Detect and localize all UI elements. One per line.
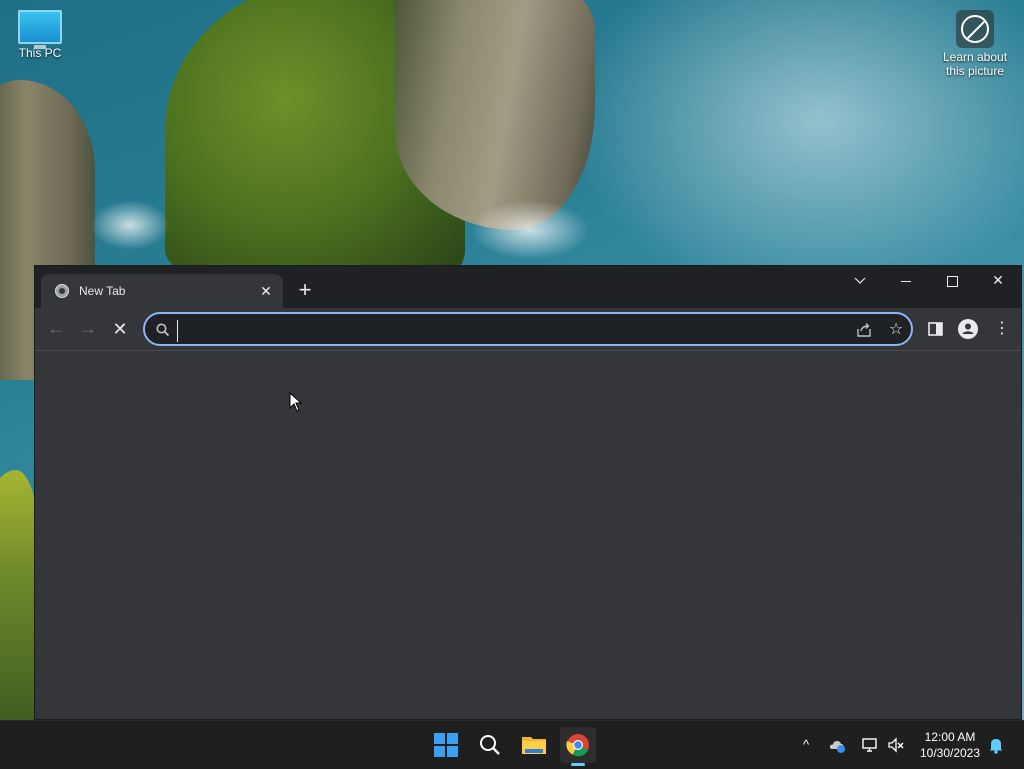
minimize-button[interactable] [883, 266, 929, 296]
stop-loading-button[interactable]: ✕ [107, 316, 133, 342]
clock-time: 12:00 AM [924, 730, 976, 744]
file-explorer-button[interactable] [516, 727, 552, 763]
wallpaper-surf [90, 200, 170, 250]
desktop-icon-learn-about-picture[interactable]: Learn about this picture [938, 10, 1012, 78]
taskbar: ^ 12:00 AM 10/30/2023 [0, 720, 1024, 769]
browser-toolbar: ← → ✕ ☆ ⋮ [35, 308, 1021, 351]
address-input[interactable] [177, 320, 854, 342]
taskbar-clock[interactable]: 12:00 AM 10/30/2023 [912, 729, 988, 761]
monitor-network-icon [862, 738, 877, 752]
volume-muted-icon[interactable] [886, 735, 906, 755]
running-indicator [571, 763, 585, 766]
cloud-icon [829, 741, 845, 753]
tab-strip: New Tab ✕ + ✕ [35, 266, 1021, 308]
maximize-button[interactable] [929, 266, 975, 296]
network-icon[interactable] [860, 735, 880, 755]
wallpaper-rock-cliff [395, 0, 595, 230]
desktop-icon-this-pc[interactable]: This PC [12, 10, 68, 60]
start-button[interactable] [428, 727, 464, 763]
chrome-logo-icon [566, 734, 589, 757]
browser-menu-button[interactable]: ⋮ [991, 318, 1013, 340]
search-button[interactable] [472, 727, 508, 763]
chevron-down-icon [854, 277, 866, 285]
notification-bell-icon[interactable] [986, 735, 1006, 755]
side-panel-icon[interactable] [925, 318, 947, 340]
bookmark-star-icon[interactable]: ☆ [887, 319, 905, 338]
profile-avatar-icon[interactable] [957, 318, 979, 340]
address-bar[interactable]: ☆ [143, 312, 913, 346]
tab-title: New Tab [79, 284, 126, 298]
minimize-icon [901, 280, 911, 282]
wallpaper-surf [470, 200, 590, 260]
forward-button[interactable]: → [75, 316, 101, 342]
windows-logo-icon [434, 733, 458, 757]
chrome-taskbar-button[interactable] [560, 727, 596, 763]
share-icon[interactable] [855, 321, 873, 339]
clock-date: 10/30/2023 [919, 746, 981, 760]
speaker-mute-icon [888, 737, 904, 753]
close-window-button[interactable]: ✕ [975, 266, 1021, 296]
tab-close-button[interactable]: ✕ [257, 282, 275, 300]
page-content [35, 351, 1021, 719]
onedrive-icon[interactable] [828, 735, 848, 755]
new-tab-button[interactable]: + [293, 278, 317, 302]
chrome-favicon-icon [55, 284, 69, 298]
show-hidden-icons-button[interactable]: ^ [796, 735, 816, 755]
tab-new-tab[interactable]: New Tab ✕ [41, 274, 283, 308]
search-icon [156, 323, 170, 337]
tab-search-button[interactable] [837, 266, 883, 296]
back-button[interactable]: ← [43, 316, 69, 342]
maximize-icon [946, 275, 958, 287]
desktop-icon-label: Learn about this picture [942, 50, 1008, 78]
learn-picture-icon [956, 10, 994, 48]
search-icon [480, 735, 500, 755]
monitor-icon [18, 10, 62, 49]
folder-icon [522, 737, 546, 754]
mouse-pointer-icon [289, 392, 303, 412]
browser-window: New Tab ✕ + ✕ ← → ✕ ☆ ⋮ [34, 265, 1022, 720]
